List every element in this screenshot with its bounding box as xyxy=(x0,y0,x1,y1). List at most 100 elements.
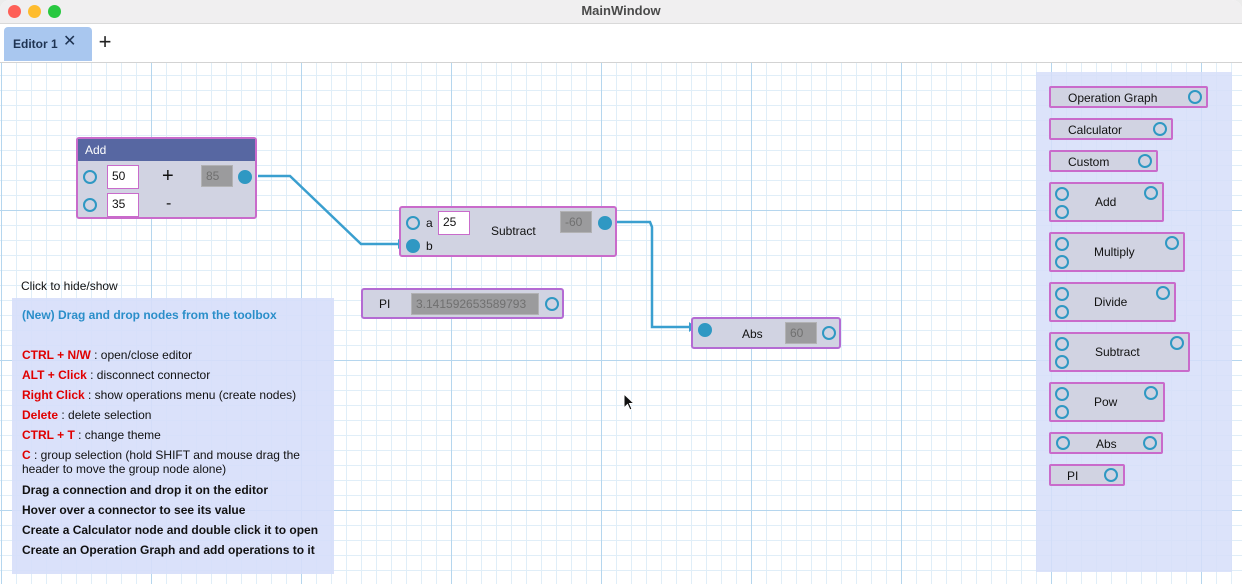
input-a-connector-icon[interactable] xyxy=(406,216,420,230)
shortcut-line: C : group selection (hold SHIFT and mous… xyxy=(22,448,300,462)
output-value: 3.141592653589793 xyxy=(411,293,539,315)
toolbox-panel: Operation Graph Calculator Custom Add Mu xyxy=(1036,72,1232,572)
input-connector-icon xyxy=(1055,287,1069,301)
toolbox-item-calculator[interactable]: Calculator xyxy=(1049,118,1173,140)
output-connector-icon xyxy=(1104,468,1118,482)
main-window: MainWindow Editor 1 ✕ + Add 50 + 85 35 - xyxy=(0,0,1242,584)
node-title: Add xyxy=(85,143,107,157)
node-editor-canvas[interactable]: Add 50 + 85 35 - a 25 Subtract -60 b PI … xyxy=(0,63,1242,584)
tip-line: Hover over a connector to see its value xyxy=(22,503,246,517)
input-connector-icon xyxy=(1055,187,1069,201)
input-b-connector-icon[interactable] xyxy=(406,239,420,253)
connection-subtract-to-abs[interactable] xyxy=(616,220,690,329)
plus-icon[interactable]: + xyxy=(94,31,116,55)
cursor-icon xyxy=(623,393,636,411)
toolbox-item-operation-graph[interactable]: Operation Graph xyxy=(1049,86,1208,108)
input-a-field[interactable]: 25 xyxy=(438,211,470,235)
toolbox-item-label: Subtract xyxy=(1095,345,1140,359)
input-connector-icon xyxy=(1055,237,1069,251)
shortcut-key: C xyxy=(22,448,31,462)
add-node-header[interactable]: Add xyxy=(78,139,255,161)
input-b-label: b xyxy=(426,239,433,253)
toolbox-item-label: Multiply xyxy=(1094,245,1135,259)
toolbox-item-label: PI xyxy=(1067,469,1079,483)
output-connector-icon[interactable] xyxy=(238,170,252,184)
output-connector-icon xyxy=(1156,286,1170,300)
shortcut-continuation: header to move the group node alone) xyxy=(22,462,227,476)
toolbox-item-pi[interactable]: PI xyxy=(1049,464,1125,486)
toolbox-item-pow[interactable]: Pow xyxy=(1049,382,1165,422)
close-icon[interactable]: ✕ xyxy=(63,34,76,50)
toolbox-item-subtract[interactable]: Subtract xyxy=(1049,332,1190,372)
input-b-connector-icon[interactable] xyxy=(83,198,97,212)
window-title: MainWindow xyxy=(581,3,661,18)
toolbox-item-label: Add xyxy=(1095,195,1117,209)
output-connector-icon[interactable] xyxy=(545,297,559,311)
input-connector-icon xyxy=(1055,355,1069,369)
output-value: 85 xyxy=(201,165,233,187)
toolbox-item-label: Custom xyxy=(1068,155,1110,169)
toolbox-item-label: Divide xyxy=(1094,295,1128,309)
output-connector-icon xyxy=(1144,186,1158,200)
output-connector-icon xyxy=(1165,236,1179,250)
shortcut-key: Delete xyxy=(22,408,59,422)
add-node[interactable]: Add 50 + 85 35 - xyxy=(76,137,257,219)
tip-line: Create an Operation Graph and add operat… xyxy=(22,543,315,557)
input-a-connector-icon[interactable] xyxy=(83,170,97,184)
shortcut-key: Right Click xyxy=(22,388,85,402)
input-a-label: a xyxy=(426,216,433,230)
minus-icon: - xyxy=(166,195,172,212)
output-connector-icon xyxy=(1188,90,1202,104)
output-value: 60 xyxy=(785,322,817,344)
help-toggle[interactable]: Click to hide/show xyxy=(21,279,118,293)
shortcut-key: ALT + Click xyxy=(22,368,87,382)
toolbox-item-label: Operation Graph xyxy=(1068,91,1158,105)
shortcut-line: ALT + Click : disconnect connector xyxy=(22,368,210,382)
tab-editor-1[interactable]: Editor 1 ✕ xyxy=(4,27,92,61)
toolbox-item-multiply[interactable]: Multiply xyxy=(1049,232,1185,272)
input-connector-icon[interactable] xyxy=(698,323,712,337)
subtract-node[interactable]: a 25 Subtract -60 b xyxy=(399,206,617,257)
output-connector-icon xyxy=(1153,122,1167,136)
input-connector-icon xyxy=(1055,387,1069,401)
output-connector-icon xyxy=(1170,336,1184,350)
abs-node[interactable]: Abs 60 xyxy=(691,317,841,349)
toolbox-item-label: Pow xyxy=(1094,395,1118,409)
node-title: PI xyxy=(379,297,391,311)
tip-line: Drag a connection and drop it on the edi… xyxy=(22,483,269,497)
input-connector-icon xyxy=(1055,405,1069,419)
tab-label: Editor 1 xyxy=(13,37,58,51)
shortcut-desc: : disconnect connector xyxy=(86,368,211,382)
toolbox-item-add[interactable]: Add xyxy=(1049,182,1164,222)
shortcut-line: Delete : delete selection xyxy=(22,408,151,422)
pi-node[interactable]: PI 3.141592653589793 xyxy=(361,288,564,319)
output-value: -60 xyxy=(560,211,592,233)
shortcut-desc: : group selection (hold SHIFT and mouse … xyxy=(30,448,300,462)
connection-add-to-subtract[interactable] xyxy=(258,174,398,246)
node-title: Abs xyxy=(742,327,763,341)
toolbox-item-abs[interactable]: Abs xyxy=(1049,432,1163,454)
shortcut-desc: : show operations menu (create nodes) xyxy=(84,388,297,402)
shortcut-desc: : change theme xyxy=(74,428,161,442)
help-title: (New) Drag and drop nodes from the toolb… xyxy=(22,308,277,322)
toolbox-item-label: Abs xyxy=(1096,437,1117,451)
output-connector-icon xyxy=(1138,154,1152,168)
toolbox-item-custom[interactable]: Custom xyxy=(1049,150,1158,172)
output-connector-icon[interactable] xyxy=(598,216,612,230)
tab-bar: Editor 1 ✕ + xyxy=(0,25,1242,63)
plus-icon: + xyxy=(162,165,174,187)
tip-line: Create a Calculator node and double clic… xyxy=(22,523,319,537)
toolbox-item-divide[interactable]: Divide xyxy=(1049,282,1176,322)
shortcut-desc: : open/close editor xyxy=(90,348,193,362)
shortcut-line: Right Click : show operations menu (crea… xyxy=(22,388,296,402)
output-connector-icon xyxy=(1144,386,1158,400)
input-a-field[interactable]: 50 xyxy=(107,165,139,189)
input-connector-icon xyxy=(1055,337,1069,351)
input-b-field[interactable]: 35 xyxy=(107,193,139,217)
input-connector-icon xyxy=(1056,436,1070,450)
output-connector-icon[interactable] xyxy=(822,326,836,340)
toolbox-item-label: Calculator xyxy=(1068,123,1123,137)
input-connector-icon xyxy=(1055,305,1069,319)
shortcut-desc: : delete selection xyxy=(58,408,152,422)
input-connector-icon xyxy=(1055,255,1069,269)
